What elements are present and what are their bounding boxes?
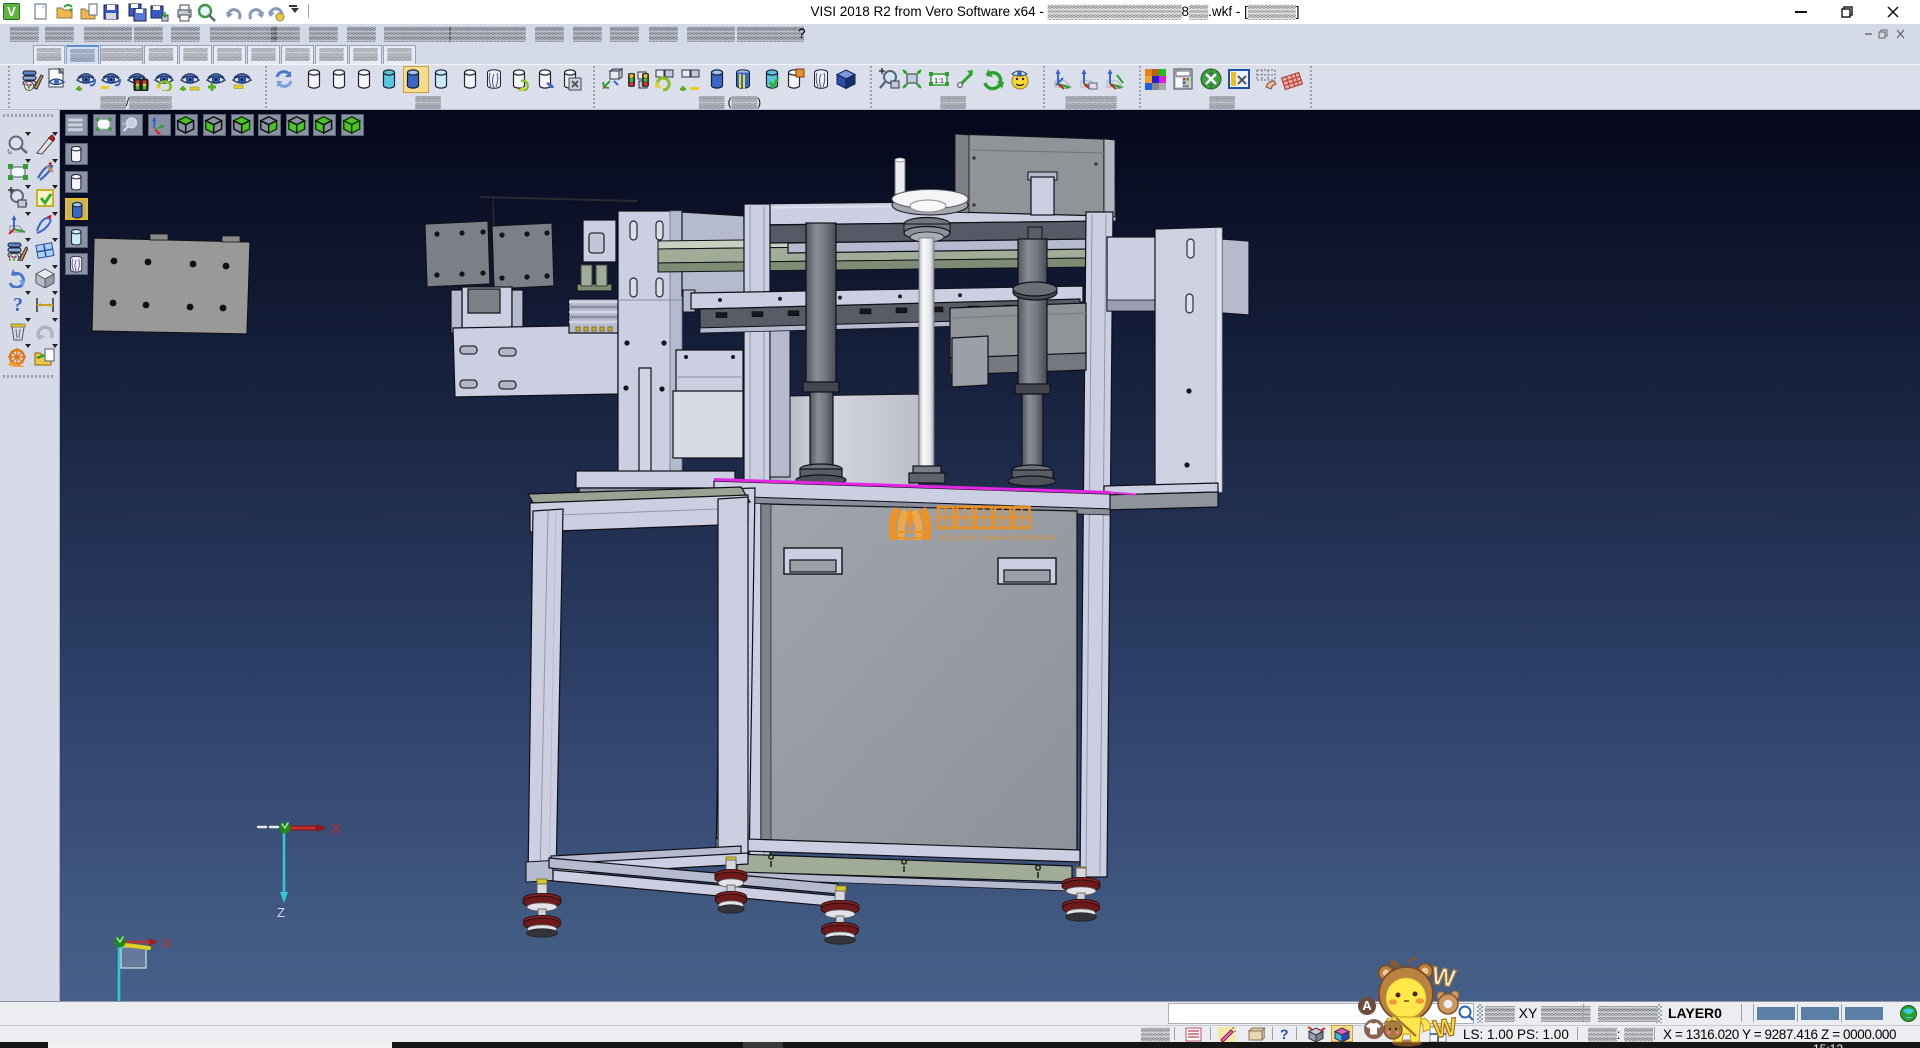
- svg-text:1:1: 1:1: [934, 78, 944, 85]
- svg-text:W: W: [1429, 962, 1457, 994]
- svg-text:X: X: [162, 935, 172, 951]
- svg-text:Z: Z: [277, 905, 285, 920]
- svg-text:?: ?: [13, 294, 23, 314]
- svg-text:W: W: [1431, 1013, 1459, 1044]
- svg-text:INTELLIGENT MANUFACTURING DATA: INTELLIGENT MANUFACTURING DATA: [938, 535, 1057, 542]
- svg-text:X: X: [331, 821, 341, 838]
